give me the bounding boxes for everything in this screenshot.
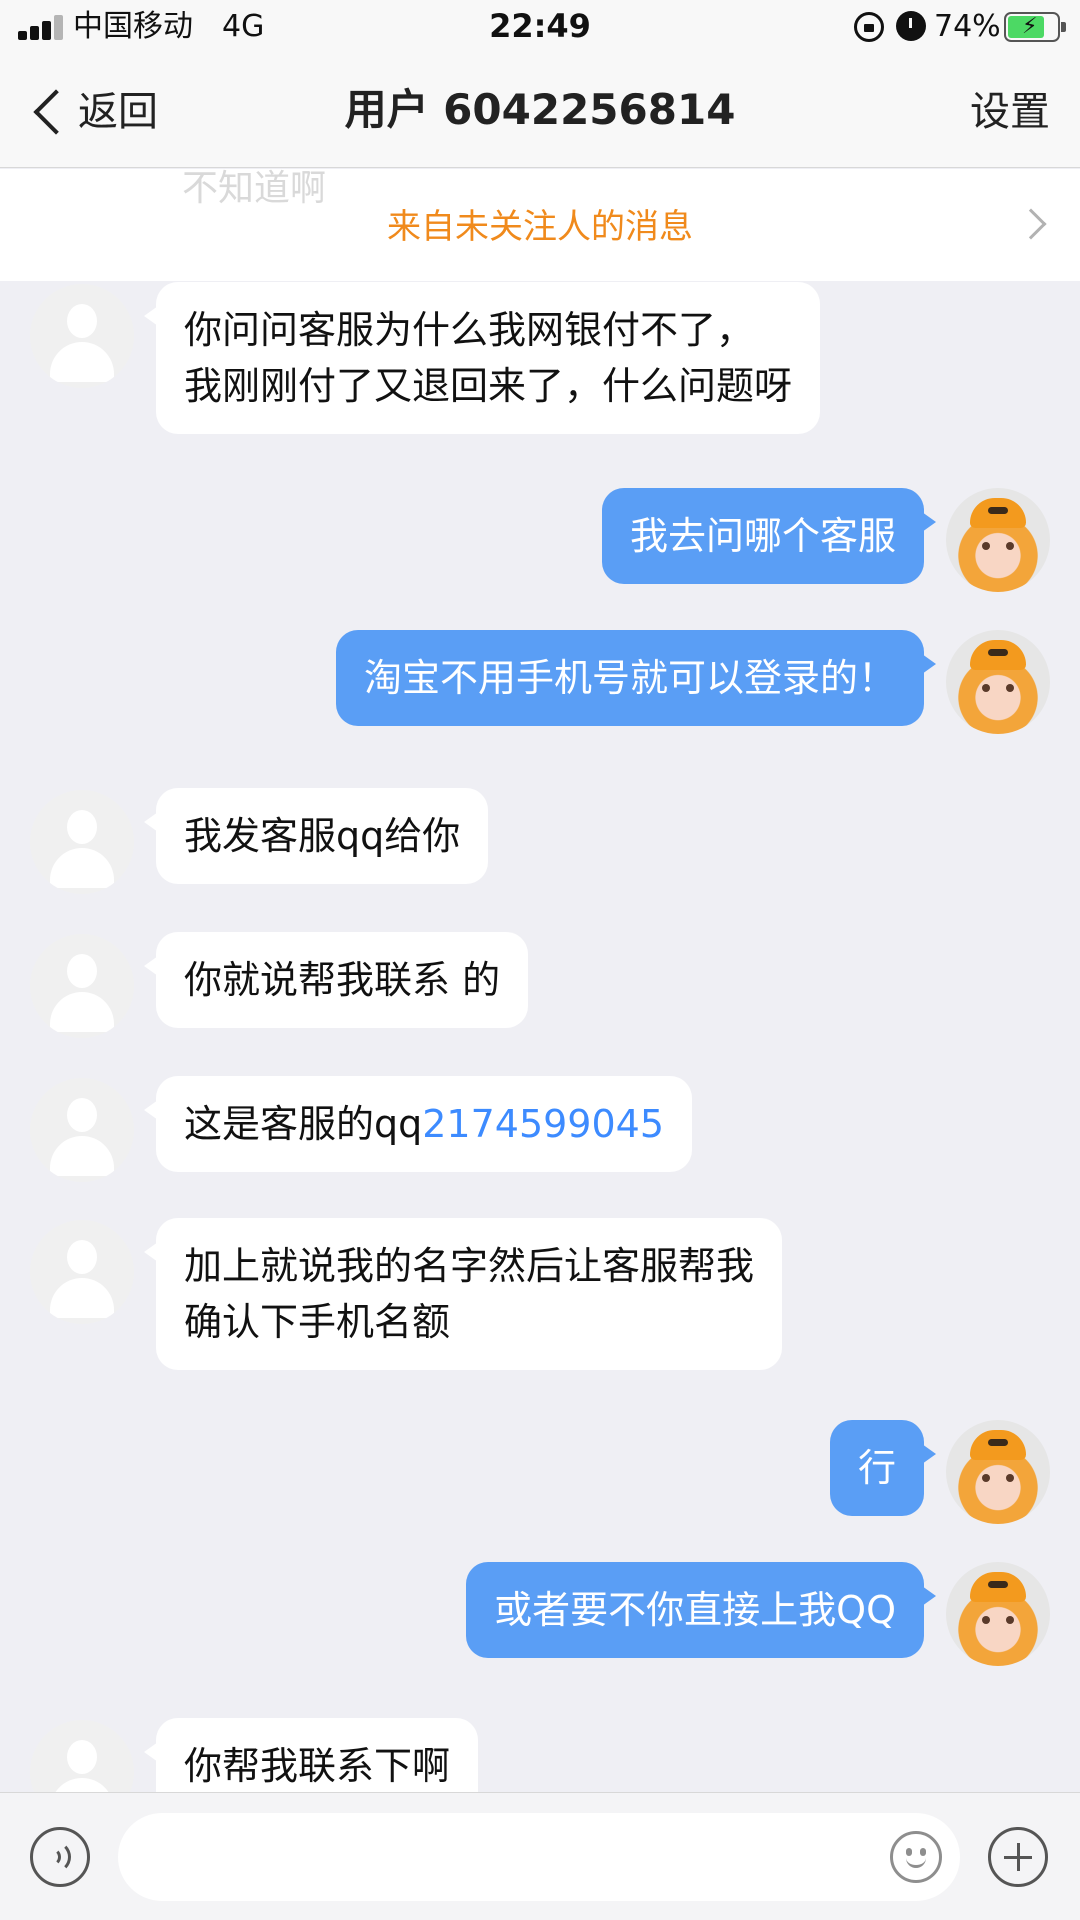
outgoing-message-bubble[interactable]: 行 [829,1420,937,1516]
message-text: 我去问哪个客服 [629,514,896,558]
outgoing-message-bubble[interactable]: 淘宝不用手机号就可以登录的！ [335,630,937,726]
battery-tip [1061,22,1066,32]
voice-icon[interactable] [30,1827,90,1887]
message-text: 我发客服qq给你 [184,814,461,858]
contact-avatar[interactable] [30,934,134,1038]
contact-avatar[interactable] [30,284,134,388]
qq-number-link[interactable]: 2174599045 [422,1102,664,1146]
message-line: 你问问客服为什么我网银付不了， [184,308,755,352]
message-line: 确认下手机名额 [184,1300,451,1344]
message-line: 我刚刚付了又退回来了，什么问题呀 [184,364,793,408]
contact-avatar[interactable] [30,790,134,894]
my-avatar[interactable] [946,1562,1050,1666]
battery-charging-icon: ⚡ [1004,12,1066,42]
status-bar: 中国移动 4G 22:49 74% ⚡ [0,0,1080,54]
chat-screen: 中国移动 4G 22:49 74% ⚡ 返回 用户 6042256814 设置 … [0,0,1080,1920]
incoming-message-bubble[interactable]: 你帮我联系下啊 [143,1718,479,1792]
message-text: 或者要不你直接上我QQ [494,1588,896,1632]
charging-bolt-icon: ⚡ [1022,14,1038,39]
message-text: 淘宝不用手机号就可以登录的！ [363,656,896,700]
outgoing-message-bubble[interactable]: 我去问哪个客服 [601,488,937,584]
message-list[interactable]: 你问问客服为什么我网银付不了， 我刚刚付了又退回来了，什么问题呀我去问哪个客服淘宝… [0,282,1080,1792]
battery-percent: 74% [934,9,1001,44]
message-input[interactable] [118,1813,960,1901]
message-text: 这是客服的qq [184,1102,423,1146]
my-avatar[interactable] [946,1420,1050,1524]
settings-button[interactable]: 设置 [970,88,1050,136]
message-text: 你帮我联系下啊 [184,1744,451,1788]
incoming-message-bubble[interactable]: 加上就说我的名字然后让客服帮我 确认下手机名额 [143,1218,783,1370]
input-bar [0,1792,1080,1920]
emoji-icon[interactable] [890,1831,942,1883]
nav-bar: 返回 用户 6042256814 设置 [0,54,1080,168]
stranger-message-banner[interactable]: 不知道啊 来自未关注人的消息 [0,169,1080,281]
incoming-message-bubble[interactable]: 你就说帮我联系 的 [143,932,529,1028]
orientation-lock-icon [854,12,884,42]
outgoing-message-bubble[interactable]: 或者要不你直接上我QQ [466,1562,936,1658]
contact-avatar[interactable] [30,1220,134,1324]
contact-avatar[interactable] [30,1720,134,1792]
incoming-message-bubble[interactable]: 这是客服的qq2174599045 [143,1076,693,1172]
my-avatar[interactable] [946,630,1050,734]
incoming-message-bubble[interactable]: 我发客服qq给你 [143,788,489,884]
my-avatar[interactable] [946,488,1050,592]
alarm-icon [896,11,926,41]
message-text: 你就说帮我联系 的 [184,958,501,1002]
stranger-message-label: 来自未关注人的消息 [387,207,693,247]
message-text: 行 [857,1446,896,1490]
message-line: 加上就说我的名字然后让客服帮我 [184,1244,755,1288]
page-title: 用户 6042256814 [344,85,736,134]
incoming-message-bubble[interactable]: 你问问客服为什么我网银付不了， 我刚刚付了又退回来了，什么问题呀 [143,282,821,434]
contact-avatar[interactable] [30,1078,134,1182]
plus-icon[interactable] [988,1827,1048,1887]
